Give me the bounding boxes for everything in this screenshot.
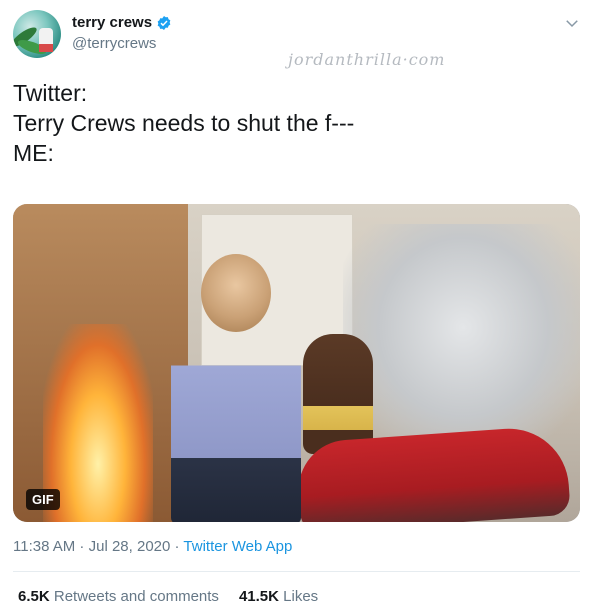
meta-separator: · [170,538,184,555]
user-name-row[interactable]: terry crews [72,14,172,31]
watermark-text: jordanthrilla·com [288,50,446,69]
divider [13,571,580,572]
gif-scene-smoke [343,224,580,454]
verified-badge-icon [157,15,171,30]
likes-count: 41.5K [238,588,279,605]
tweet-date[interactable]: Jul 28, 2020 [89,538,171,555]
avatar[interactable] [13,10,61,58]
gif-media[interactable]: GIF [13,204,580,522]
source-app-link[interactable]: Twitter Web App [183,538,292,555]
avatar-shorts-shape [39,44,53,52]
gif-scene-man [303,334,373,454]
display-name[interactable]: terry crews [72,14,152,31]
tweet-text: Twitter: Terry Crews needs to shut the f… [13,78,354,168]
retweets-label: Retweets and comments [53,588,219,605]
likes-label: Likes [283,588,319,605]
retweets-stat[interactable]: 6.5K Retweets and comments [18,588,219,605]
gif-scene-woman-head [201,254,271,332]
chevron-down-icon[interactable] [563,14,581,32]
tweet-stats: 6.5K Retweets and comments 41.5K Likes [18,588,318,605]
tweet-meta: 11:38 AM · Jul 28, 2020 · Twitter Web Ap… [13,538,292,555]
retweets-count: 6.5K [18,588,50,605]
user-handle[interactable]: @terrycrews [72,35,156,52]
gif-scene-woman [171,304,301,522]
meta-separator: · [75,538,89,555]
tweet-line: Terry Crews needs to shut the f--- [13,110,355,136]
tweet-line: ME: [13,140,54,166]
tweet-line: Twitter: [13,80,88,106]
likes-stat[interactable]: 41.5K Likes [239,588,318,605]
gif-badge: GIF [26,489,60,510]
tweet-time[interactable]: 11:38 AM [13,538,75,555]
